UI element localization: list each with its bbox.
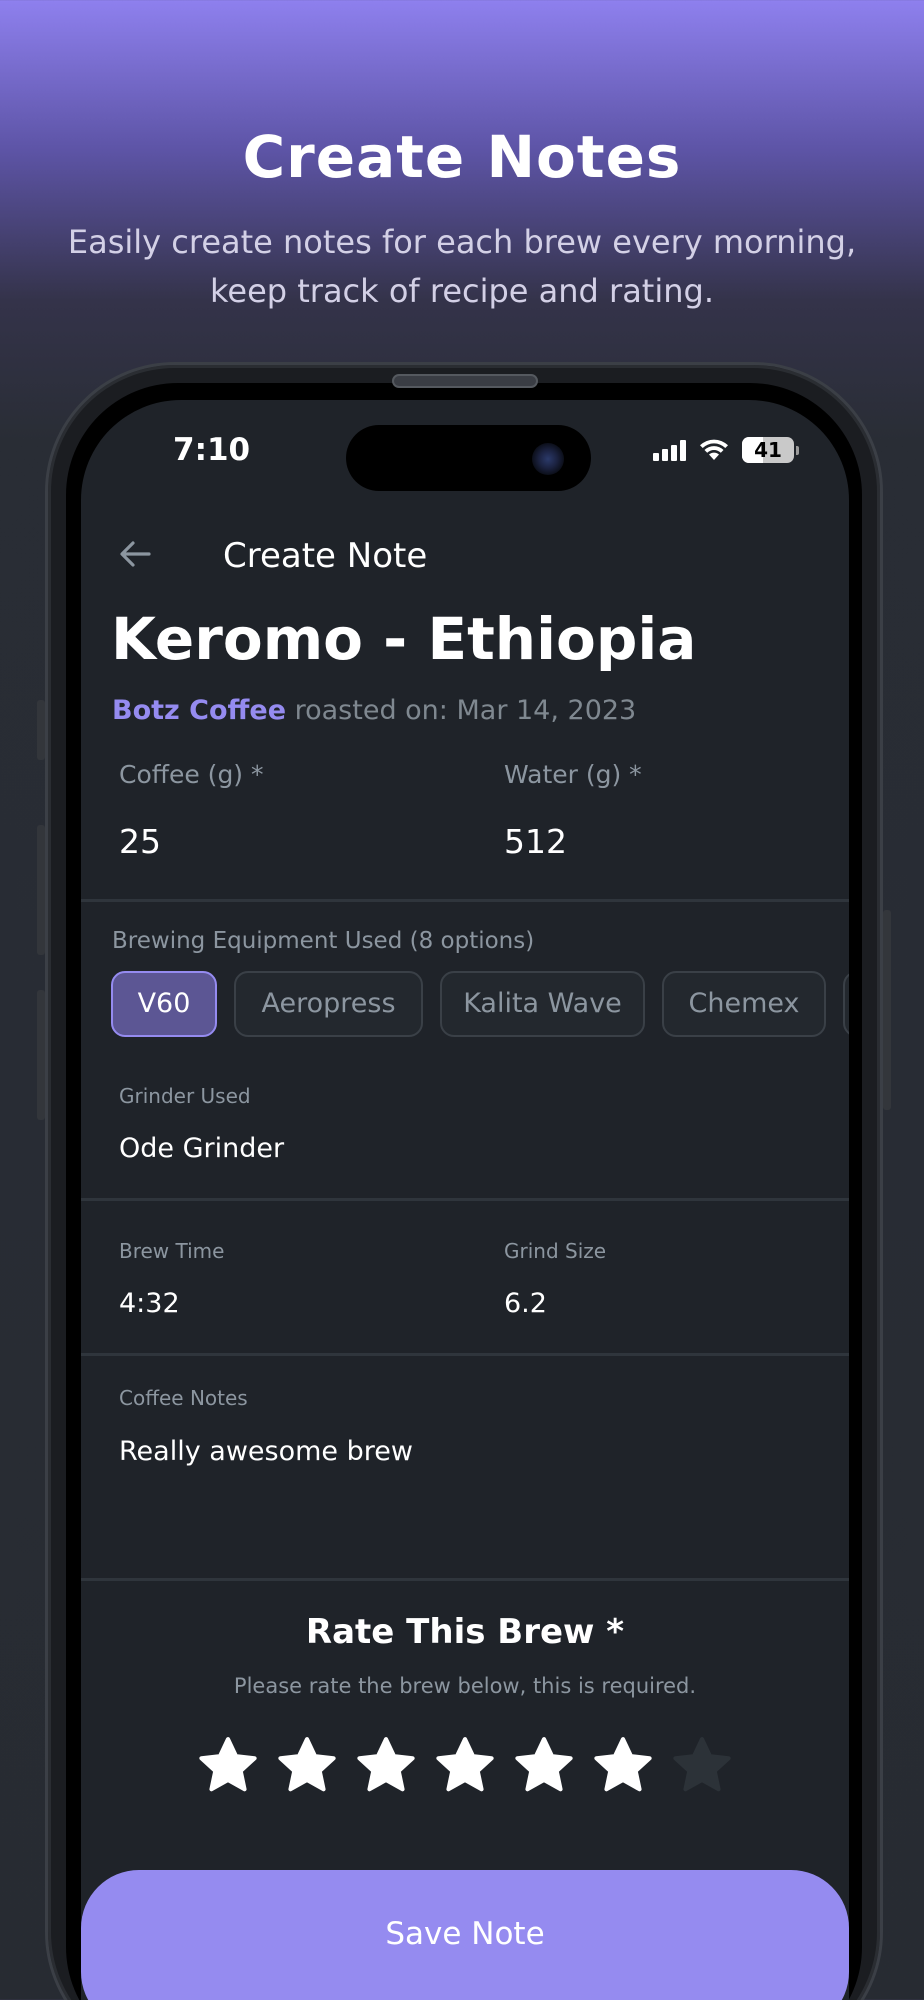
- coffee-grams-input[interactable]: 25: [119, 822, 161, 861]
- status-time: 7:10: [173, 432, 251, 468]
- bean-subline: Botz Coffee roasted on: Mar 14, 2023: [112, 695, 636, 726]
- grind-size-label: Grind Size: [504, 1239, 607, 1263]
- cellular-signal-icon: [653, 439, 686, 461]
- equipment-chip-row: V60 Aeropress Kalita Wave Chemex: [111, 971, 849, 1039]
- grinder-input[interactable]: Ode Grinder: [119, 1133, 284, 1164]
- battery-icon: 41: [742, 437, 794, 463]
- water-grams-label: Water (g) *: [504, 760, 642, 789]
- water-grams-input[interactable]: 512: [504, 822, 567, 861]
- dynamic-island: [346, 425, 591, 491]
- chip-kalita-wave[interactable]: Kalita Wave: [440, 971, 645, 1037]
- phone-silent-switch: [37, 700, 45, 760]
- coffee-grams-label: Coffee (g) *: [119, 760, 264, 789]
- divider: [81, 1198, 849, 1201]
- status-indicators: 41: [653, 435, 799, 465]
- star-filled-icon[interactable]: [592, 1735, 654, 1797]
- brew-time-input[interactable]: 4:32: [119, 1288, 180, 1319]
- rating-subtitle: Please rate the brew below, this is requ…: [233, 1674, 697, 1698]
- arrow-left-icon[interactable]: [115, 534, 155, 574]
- coffee-notes-label: Coffee Notes: [119, 1386, 248, 1410]
- roaster-name[interactable]: Botz Coffee: [112, 695, 286, 726]
- star-filled-icon[interactable]: [434, 1735, 496, 1797]
- nav-bar: Create Note: [81, 530, 849, 580]
- camera-icon: [532, 443, 564, 475]
- roasted-date: roasted on: Mar 14, 2023: [294, 695, 637, 726]
- brew-time-label: Brew Time: [119, 1239, 225, 1263]
- phone-volume-down-button: [37, 990, 45, 1120]
- divider: [81, 1578, 849, 1581]
- coffee-notes-input[interactable]: Really awesome brew: [119, 1436, 413, 1467]
- grinder-label: Grinder Used: [119, 1084, 251, 1108]
- hero-subtitle: Easily create notes for each brew every …: [67, 223, 857, 310]
- phone-speaker: [392, 374, 538, 388]
- page-title: Create Note: [223, 536, 428, 576]
- chip-v60[interactable]: V60: [111, 971, 217, 1037]
- chip-chemex[interactable]: Chemex: [662, 971, 826, 1037]
- star-filled-icon[interactable]: [513, 1735, 575, 1797]
- star-filled-icon[interactable]: [197, 1735, 259, 1797]
- phone-screen: 7:10 41 Create Note Keromo - Ethiopia Bo…: [81, 400, 849, 2000]
- wifi-icon: [700, 439, 728, 460]
- star-filled-icon[interactable]: [276, 1735, 338, 1797]
- star-filled-icon[interactable]: [355, 1735, 417, 1797]
- divider: [81, 1353, 849, 1356]
- divider: [81, 899, 849, 902]
- save-note-button[interactable]: Save Note: [81, 1870, 849, 2000]
- hero-title: Create Notes: [242, 123, 682, 191]
- grind-size-input[interactable]: 6.2: [504, 1288, 547, 1319]
- chip-aeropress[interactable]: Aeropress: [234, 971, 423, 1037]
- battery-level: 41: [754, 438, 782, 462]
- star-empty-icon[interactable]: [671, 1735, 733, 1797]
- equipment-label: Brewing Equipment Used (8 options): [112, 928, 535, 954]
- rating-title: Rate This Brew *: [305, 1612, 625, 1652]
- bean-name: Keromo - Ethiopia: [111, 605, 697, 673]
- phone-volume-up-button: [37, 825, 45, 955]
- chip-more[interactable]: [843, 971, 849, 1037]
- phone-power-button: [883, 910, 891, 1110]
